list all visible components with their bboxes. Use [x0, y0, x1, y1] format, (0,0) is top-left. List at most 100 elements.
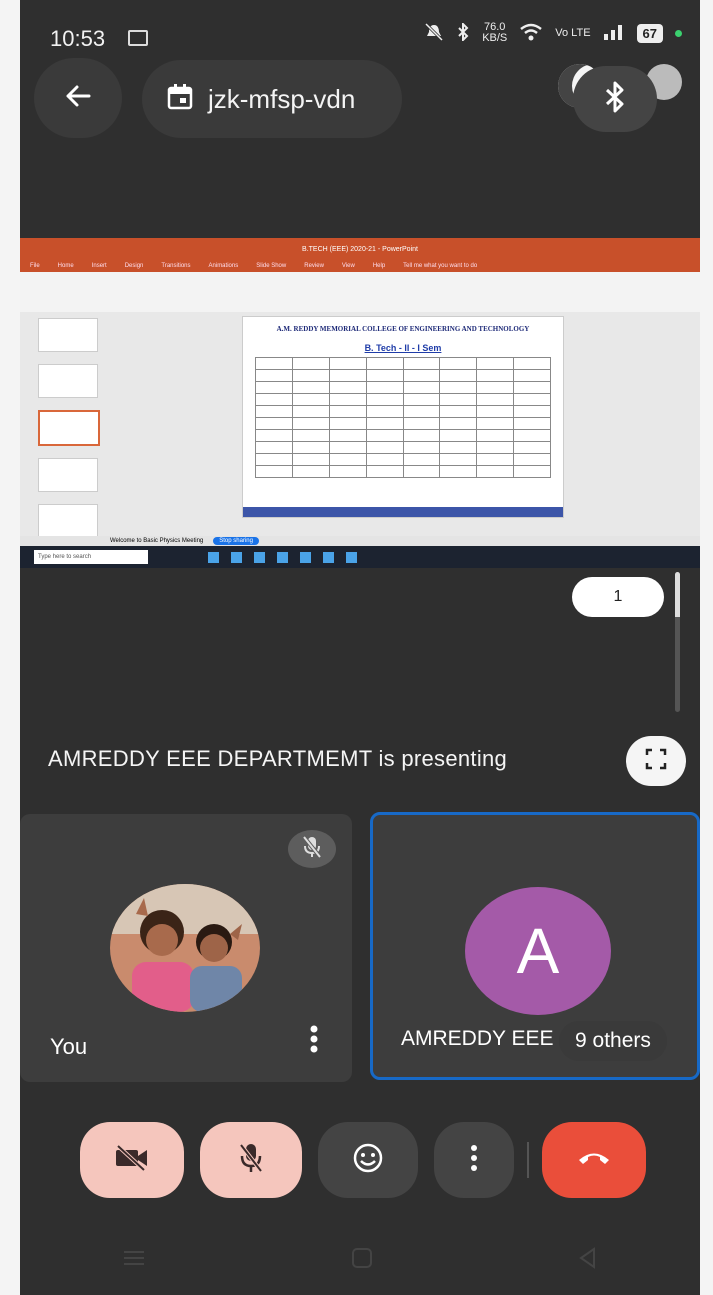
ppt-menu-item: Slide Show [256, 263, 287, 269]
table-row [255, 393, 551, 406]
shared-screen: B.TECH (EEE) 2020-21 - PowerPoint File H… [20, 238, 700, 568]
mic-off-icon [302, 835, 322, 864]
share-status-text: Welcome to Basic Physics Meeting [110, 538, 204, 544]
more-vertical-icon [470, 1144, 478, 1177]
taskbar-icons [208, 551, 357, 563]
status-time: 10:53 [50, 26, 106, 51]
audio-output-button[interactable] [573, 66, 657, 132]
self-avatar [110, 884, 260, 1012]
emoji-icon [352, 1142, 384, 1179]
ppt-menu-item: Review [304, 263, 324, 269]
ppt-menu-item: Transitions [161, 263, 191, 269]
reactions-button[interactable] [318, 1122, 418, 1198]
controls-divider [527, 1142, 529, 1178]
privacy-dot [675, 29, 682, 37]
ppt-menu-item: Home [57, 263, 74, 269]
bluetooth-status-icon [456, 21, 470, 44]
system-navigation-bar [20, 1230, 700, 1290]
taskbar-app-icon [300, 551, 311, 563]
ppt-menu-item: File [30, 263, 40, 269]
more-vertical-icon [310, 1025, 318, 1057]
fullscreen-icon [644, 747, 668, 776]
ppt-window-title: B.TECH (EEE) 2020-21 - PowerPoint [20, 238, 700, 260]
taskbar-app-icon [254, 551, 265, 563]
self-video-tile[interactable]: You [20, 814, 352, 1082]
recent-apps-icon[interactable] [122, 1249, 146, 1272]
calendar-icon [166, 83, 194, 116]
back-button[interactable] [34, 58, 122, 138]
arrow-left-icon [63, 81, 93, 116]
slide-college-title: A.M. REDDY MEMORIAL COLLEGE OF ENGINEERI… [276, 325, 530, 333]
end-call-button[interactable] [542, 1122, 646, 1198]
windows-taskbar: Type here to search [20, 546, 700, 568]
ppt-menu-item: Help [372, 263, 386, 269]
mic-off-icon [238, 1142, 264, 1179]
presenter-video-tile[interactable]: A AMREDDY EEE 9 others [370, 812, 700, 1080]
table-row [255, 453, 551, 466]
table-row [255, 405, 551, 418]
slide-heading: B. Tech - II - I Sem [364, 343, 442, 353]
cast-icon [128, 30, 148, 46]
mic-toggle-button[interactable] [200, 1122, 302, 1198]
slide-canvas: A.M. REDDY MEMORIAL COLLEGE OF ENGINEERI… [242, 316, 564, 518]
mute-notifications-icon [424, 22, 444, 44]
table-row [255, 465, 551, 478]
taskbar-app-icon [277, 551, 288, 563]
slide-thumbnail-active [38, 410, 100, 446]
back-nav-icon[interactable] [578, 1246, 598, 1274]
taskbar-app-icon [346, 551, 357, 563]
participant-count-badge[interactable]: 1 [572, 577, 664, 617]
camera-toggle-button[interactable] [80, 1122, 184, 1198]
more-options-button[interactable] [434, 1122, 514, 1198]
ppt-status-bar: Welcome to Basic Physics Meeting Stop sh… [20, 536, 700, 546]
fullscreen-button[interactable] [626, 736, 686, 786]
taskbar-app-icon [323, 551, 334, 563]
scrollbar[interactable] [675, 572, 680, 712]
taskbar-app-icon [231, 551, 242, 563]
self-tile-more-button[interactable] [310, 1025, 318, 1058]
battery-indicator: 67 [636, 23, 663, 43]
slide-footer-bar [243, 507, 563, 517]
table-row [255, 369, 551, 382]
ppt-editor: A.M. REDDY MEMORIAL COLLEGE OF ENGINEERI… [20, 312, 700, 538]
wifi-icon [519, 23, 543, 44]
presenter-name: AMREDDY EEE [401, 1027, 554, 1050]
ppt-menu-item: Design [124, 263, 144, 269]
taskbar-search: Type here to search [34, 550, 148, 564]
presenting-label: AMREDDY EEE DEPARTMEMT is presenting [48, 746, 508, 771]
bluetooth-icon [603, 81, 627, 118]
meeting-code: jzk-mfsp-vdn [208, 83, 356, 114]
table-row [255, 417, 551, 430]
table-row [255, 357, 551, 370]
self-name: You [50, 1034, 88, 1059]
ppt-menu-item: Animations [208, 263, 239, 269]
signal-icon [603, 24, 625, 43]
others-count-label[interactable]: 9 others [559, 1021, 667, 1061]
presenter-avatar: A [465, 887, 611, 1015]
camera-off-icon [114, 1144, 150, 1176]
syllabus-table [255, 357, 551, 478]
meeting-info-button[interactable]: jzk-mfsp-vdn [142, 60, 402, 138]
volte-label: Vo LTE [555, 26, 591, 39]
slide-thumbnail [38, 458, 98, 492]
meet-screen: 10:53 76.0 KB/S Vo LTE 67 jzk-mfsp-vdn B… [20, 0, 700, 1295]
ppt-ribbon [20, 272, 700, 313]
stop-sharing-button: Stop sharing [213, 537, 259, 545]
slide-subtitle [243, 333, 563, 339]
table-row [255, 429, 551, 442]
muted-badge [288, 830, 336, 868]
taskbar-app-icon [208, 551, 219, 563]
slide-thumbnail [38, 504, 98, 538]
slide-thumbnail [38, 364, 98, 398]
ppt-menu-item: View [341, 263, 355, 269]
table-row [255, 381, 551, 394]
status-icons: 76.0 KB/S Vo LTE 67 [424, 21, 682, 44]
end-call-icon [576, 1149, 612, 1172]
net-speed: 76.0 KB/S [482, 22, 507, 44]
home-icon[interactable] [351, 1247, 373, 1274]
table-row [255, 441, 551, 454]
net-speed-unit: KB/S [482, 32, 508, 44]
ppt-menu-item: Insert [91, 263, 107, 269]
ppt-menu-item: Tell me what you want to do [403, 263, 478, 269]
slide-thumbnails [26, 318, 100, 550]
